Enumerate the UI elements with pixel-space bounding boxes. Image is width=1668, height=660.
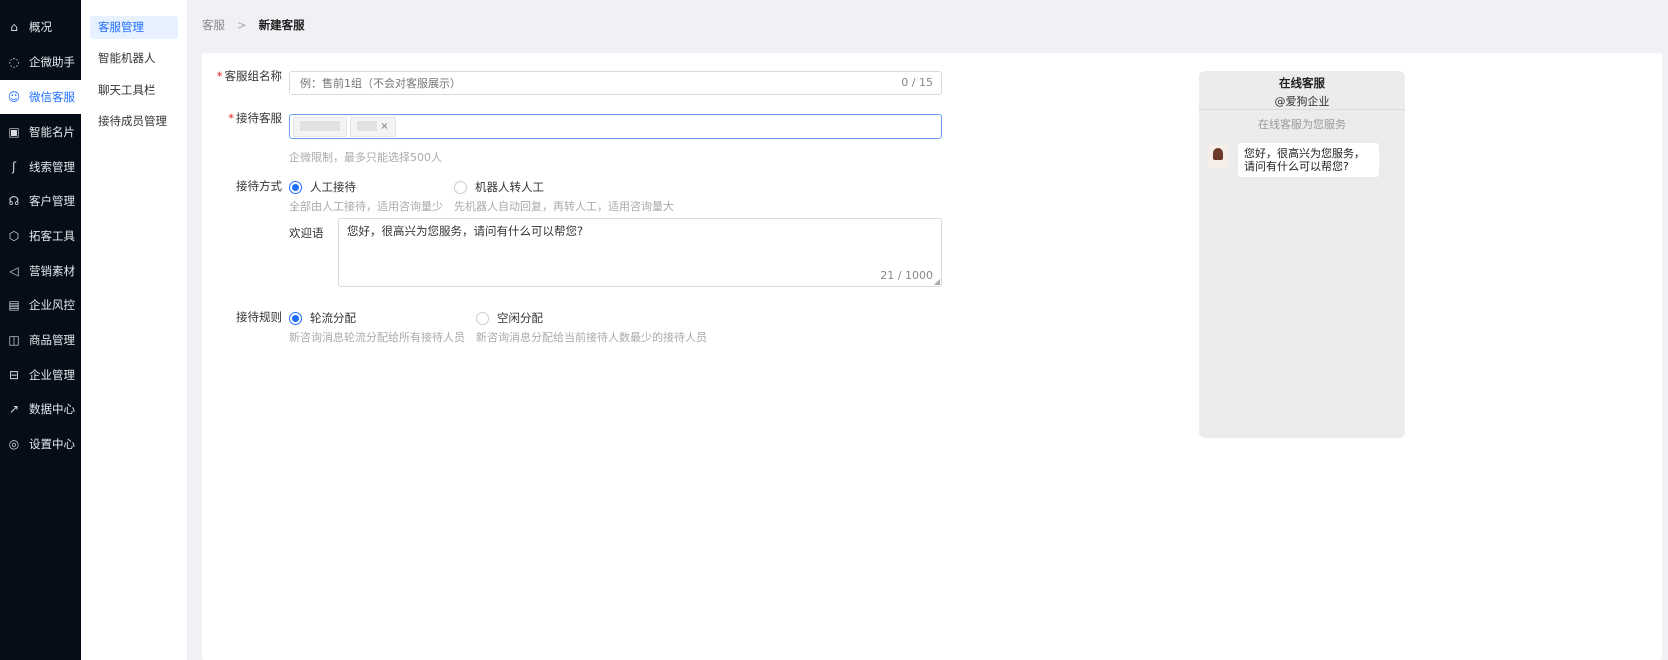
- radio-unchecked-icon: [476, 311, 489, 325]
- subnav-item-toolbar[interactable]: 聊天工具栏: [90, 79, 178, 102]
- subnav-item-service-manage[interactable]: 客服管理: [90, 16, 178, 39]
- agent-tag: ×: [350, 117, 396, 137]
- subnav-item-robot[interactable]: 智能机器人: [90, 47, 178, 70]
- mode-robot-desc: 先机器人自动回复，再转人工，适用咨询量大: [454, 200, 674, 213]
- welcome-char-count: 21 / 1000: [880, 269, 933, 282]
- sidebar-item-risk[interactable]: ▤ 企业风控: [0, 288, 81, 322]
- sidebar-item-card[interactable]: ▣ 智能名片: [0, 115, 81, 149]
- mode-manual-desc: 全部由人工接待，适用咨询量少: [289, 200, 443, 213]
- path-icon: ʃ: [11, 160, 17, 174]
- mode-radio-robot[interactable]: 机器人转人工: [454, 179, 544, 195]
- breadcrumb-parent[interactable]: 客服: [202, 18, 225, 32]
- rule-label: 接待规则: [236, 310, 282, 324]
- welcome-text[interactable]: 您好，很高兴为您服务，请问有什么可以帮您?: [339, 219, 941, 243]
- welcome-textarea[interactable]: 您好，很高兴为您服务，请问有什么可以帮您? 21 / 1000 ◢: [338, 218, 942, 287]
- preview-subtitle: @爱狗企业: [1274, 95, 1330, 108]
- rule-round-robin-desc: 新咨询消息轮流分配给所有接待人员: [289, 331, 465, 344]
- sidebar-item-enterprise[interactable]: ⊟ 企业管理: [0, 358, 81, 392]
- sidebar-item-customers[interactable]: ☊ 客户管理: [0, 184, 81, 218]
- mode-radio-manual[interactable]: 人工接待: [289, 179, 356, 195]
- agents-select[interactable]: ×: [289, 114, 942, 139]
- main-sidebar: ⌂ 概况 ◌ 企微助手 ☺ 微信客服 ▣ 智能名片 ʃ 线索管理 ☊ 客户管理 ⬡ 拓客工具 …: [0, 0, 81, 660]
- rule-radio-idle[interactable]: 空闲分配: [476, 310, 543, 326]
- rule-idle-desc: 新咨询消息分配给当前接待人数最少的接待人员: [476, 331, 707, 344]
- sidebar-item-products[interactable]: ◫ 商品管理: [0, 323, 81, 357]
- radio-checked-icon: [289, 311, 302, 325]
- message-box-icon: ▤: [8, 298, 20, 312]
- breadcrumb: 客服 > 新建客服: [202, 17, 305, 33]
- name-label: * 客服组名称: [216, 69, 282, 83]
- wechat-service-icon: ☺: [7, 90, 21, 104]
- preview-notice: 在线客服为您服务: [1258, 118, 1346, 131]
- resize-handle-icon[interactable]: ◢: [934, 277, 940, 286]
- sidebar-item-assistant[interactable]: ◌ 企微助手: [0, 45, 81, 79]
- users-icon: ☊: [8, 194, 20, 208]
- line-chart-icon: ↗: [8, 402, 20, 416]
- radio-checked-icon: [289, 180, 302, 194]
- settings-icon: ◎: [8, 437, 20, 451]
- preview-title: 在线客服: [1279, 76, 1325, 90]
- subnav-item-members[interactable]: 接待成员管理: [90, 110, 178, 133]
- rule-radio-round-robin[interactable]: 轮流分配: [289, 310, 356, 326]
- mode-label: 接待方式: [236, 179, 282, 193]
- agent-avatar: [1208, 145, 1228, 167]
- chat-preview: 在线客服 @爱狗企业 在线客服为您服务 您好，很高兴为您服务，请问有什么可以帮您…: [1199, 71, 1405, 438]
- agent-tag: [293, 117, 347, 137]
- group-name-input[interactable]: 0 / 15: [289, 71, 942, 95]
- agents-hint: 企微限制，最多只能选择500人: [289, 151, 442, 164]
- bag-icon: ◫: [8, 333, 20, 347]
- sidebar-item-tools[interactable]: ⬡ 拓客工具: [0, 219, 81, 253]
- megaphone-icon: ◁: [9, 264, 19, 278]
- breadcrumb-current: 新建客服: [258, 18, 305, 32]
- sidebar-item-leads[interactable]: ʃ 线索管理: [0, 150, 81, 184]
- card-icon: ▣: [8, 125, 20, 139]
- agents-label: * 接待客服: [228, 111, 282, 125]
- briefcase-icon: ⊟: [8, 368, 20, 382]
- breadcrumb-separator: >: [237, 18, 247, 32]
- sidebar-item-wechat-service[interactable]: ☺ 微信客服: [0, 80, 81, 114]
- sidebar-item-materials[interactable]: ◁ 营销素材: [0, 254, 81, 288]
- home-icon: ⌂: [10, 20, 18, 34]
- sub-nav: 客服管理 智能机器人 聊天工具栏 接待成员管理: [81, 0, 187, 660]
- preview-message-bubble: 您好，很高兴为您服务，请问有什么可以帮您?: [1238, 143, 1379, 177]
- handshake-icon: ⬡: [8, 229, 20, 243]
- remove-agent-icon[interactable]: ×: [380, 121, 388, 132]
- form-card: *客服组名称 0 / 15 *接待客服 × 企微限制，最多只能选择500人 接待…: [202, 53, 1662, 660]
- sidebar-item-data[interactable]: ↗ 数据中心: [0, 392, 81, 426]
- radio-unchecked-icon: [454, 180, 467, 194]
- chat-search-icon: ◌: [8, 55, 20, 69]
- sidebar-item-settings[interactable]: ◎ 设置中心: [0, 427, 81, 461]
- group-name-field[interactable]: [290, 72, 850, 94]
- sidebar-item-overview[interactable]: ⌂ 概况: [0, 10, 81, 44]
- name-char-count: 0 / 15: [901, 76, 933, 89]
- welcome-label: 欢迎语: [289, 226, 324, 240]
